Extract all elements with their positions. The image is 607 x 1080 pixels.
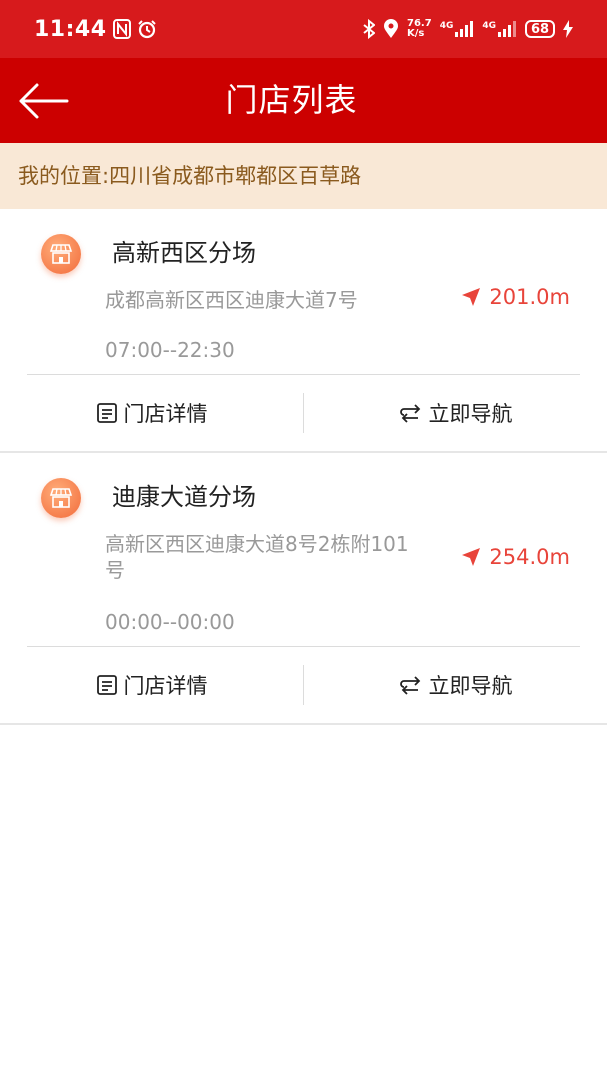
my-location-bar: 我的位置:四川省成都市郫都区百草路 (0, 143, 607, 209)
document-icon (96, 675, 117, 695)
signal-bars-icon (498, 21, 516, 37)
signal-2: 4G (482, 21, 517, 37)
swap-arrows-icon (399, 676, 420, 695)
page-title: 门店列表 (225, 81, 358, 119)
location-pin-icon (384, 19, 398, 38)
store-detail-button[interactable]: 门店详情 (0, 647, 303, 723)
store-name: 高新西区分场 (112, 239, 256, 267)
signal-1: 4G (440, 21, 475, 37)
status-right: 76.7 K/s 4G 4G 68 (363, 19, 573, 39)
store-actions: 门店详情 立即导航 (0, 647, 607, 723)
bluetooth-icon (363, 19, 375, 39)
charging-icon (563, 20, 573, 38)
nav-bar: 门店列表 (0, 58, 607, 143)
navigate-button[interactable]: 立即导航 (304, 375, 607, 451)
swap-arrows-icon (399, 404, 420, 423)
signal-2-label: 4G (482, 21, 496, 31)
status-time: 11:44 (34, 16, 107, 42)
battery-icon: 68 (525, 20, 555, 38)
store-distance: 254.0m (461, 545, 570, 569)
status-left-icons (112, 19, 157, 39)
status-bar: 11:44 76.7 K/s 4G 4G 68 (0, 0, 607, 58)
navigation-arrow-icon (462, 548, 481, 566)
alarm-icon (137, 20, 156, 39)
navigation-arrow-icon (462, 288, 481, 306)
document-icon (96, 403, 117, 423)
store-detail-label: 门店详情 (123, 402, 208, 426)
store-hours: 07:00--22:30 (105, 338, 235, 362)
store-card: 高新西区分场 成都高新区西区迪康大道7号 201.0m 07:00--22:30… (0, 209, 607, 453)
navigate-label: 立即导航 (428, 402, 513, 426)
store-detail-label: 门店详情 (123, 674, 208, 698)
signal-1-label: 4G (439, 21, 454, 31)
store-detail-button[interactable]: 门店详情 (0, 375, 303, 451)
net-speed: 76.7 K/s (407, 19, 432, 39)
store-icon (41, 478, 81, 518)
store-address: 成都高新区西区迪康大道7号 (105, 288, 358, 312)
store-name: 迪康大道分场 (112, 483, 256, 511)
store-address: 高新区西区迪康大道8号2栋附101号 (105, 532, 409, 582)
net-speed-unit: K/s (407, 28, 425, 39)
navigate-button[interactable]: 立即导航 (304, 647, 607, 723)
nfc-icon (112, 19, 131, 39)
store-distance: 201.0m (461, 285, 570, 309)
store-card: 迪康大道分场 高新区西区迪康大道8号2栋附101号 254.0m 00:00--… (0, 453, 607, 725)
signal-bars-icon (455, 21, 474, 37)
distance-value: 254.0m (489, 545, 570, 569)
distance-value: 201.0m (489, 285, 570, 309)
navigate-label: 立即导航 (428, 674, 513, 698)
store-list: 高新西区分场 成都高新区西区迪康大道7号 201.0m 07:00--22:30… (0, 209, 607, 725)
store-hours: 00:00--00:00 (105, 610, 235, 634)
store-actions: 门店详情 立即导航 (0, 375, 607, 451)
store-icon (41, 234, 81, 274)
